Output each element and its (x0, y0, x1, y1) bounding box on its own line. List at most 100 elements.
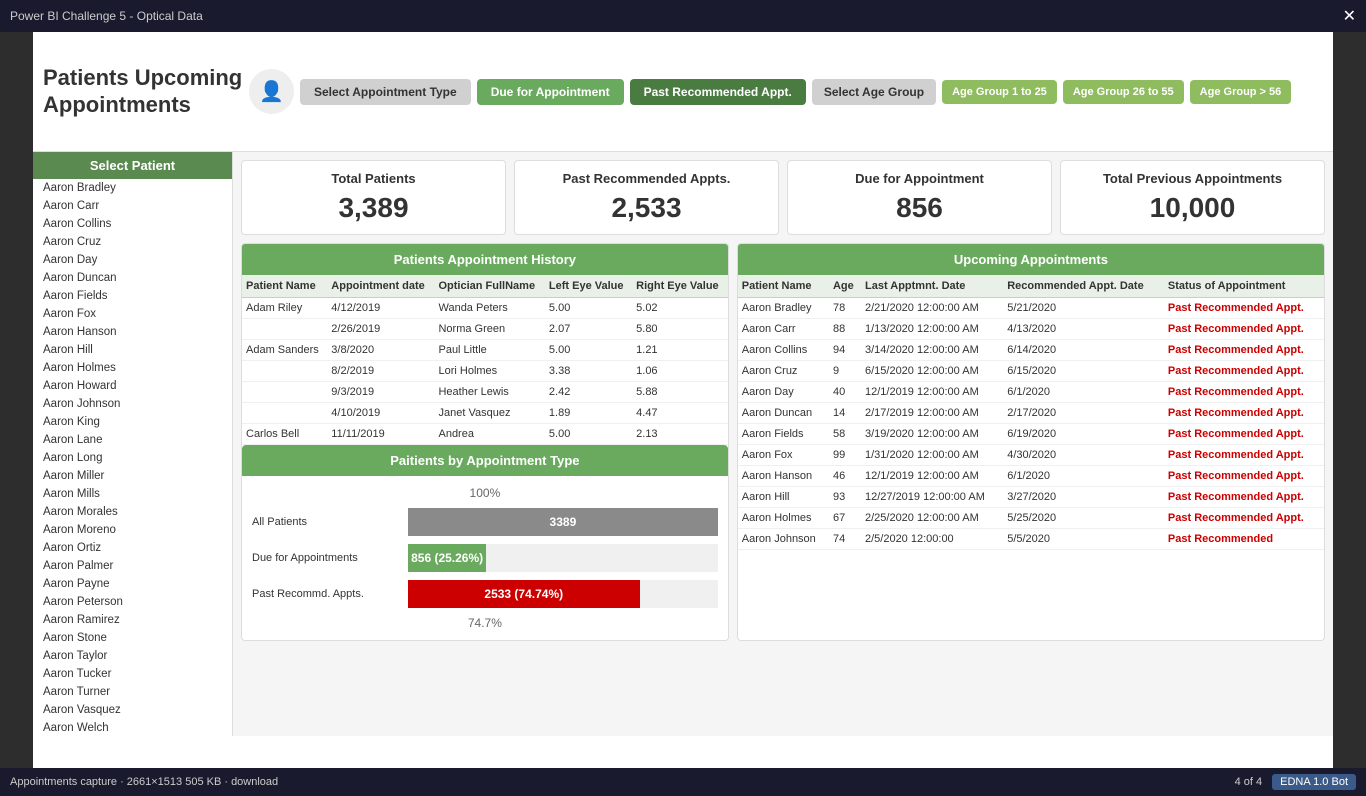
cell-ua-age: 74 (829, 529, 861, 550)
upcoming-appointments-card: Upcoming Appointments Patient Name Age L… (737, 243, 1325, 641)
cell-ua-name: Aaron Fox (738, 445, 829, 466)
cell-ua-recommended: 6/1/2020 (1003, 382, 1164, 403)
person-icon: 👤 (249, 69, 294, 114)
sidebar-item[interactable]: Aaron Duncan (33, 269, 232, 287)
table-row: Aaron Holmes 67 2/25/2020 12:00:00 AM 5/… (738, 508, 1324, 529)
cell-ua-status: Past Recommended Appt. (1164, 340, 1324, 361)
top-bar-title: Power BI Challenge 5 - Optical Data (10, 9, 203, 23)
close-button[interactable]: ✕ (1343, 6, 1356, 26)
appointment-history-title: Patients Appointment History (242, 244, 728, 275)
past-recommended-card: Past Recommended Appts. 2,533 (514, 160, 779, 235)
chart-bar-row: Due for Appointments 856 (25.26%) (252, 544, 718, 572)
age-group-26-55-button[interactable]: Age Group 26 to 55 (1063, 80, 1184, 104)
due-value: 856 (798, 192, 1041, 224)
appointment-history-table: Patient Name Appointment date Optician F… (242, 275, 728, 445)
sidebar-item[interactable]: Aaron Bradley (33, 179, 232, 197)
main-container: Patients Upcoming Appointments 👤 Select … (33, 32, 1333, 768)
sidebar-item[interactable]: Aaron Payne (33, 575, 232, 593)
sidebar-item[interactable]: Aaron Stone (33, 629, 232, 647)
table-row: Adam Sanders 3/8/2020 Paul Little 5.00 1… (242, 340, 728, 361)
cell-patient-name: Adam Riley (242, 298, 327, 319)
chart-card: Paitients by Appointment Type 100% All P… (242, 445, 728, 640)
cell-optician: Paul Little (434, 340, 544, 361)
cell-ua-last: 2/21/2020 12:00:00 AM (861, 298, 1003, 319)
header: Patients Upcoming Appointments 👤 Select … (33, 32, 1333, 152)
cell-ua-recommended: 5/25/2020 (1003, 508, 1164, 529)
sidebar-item[interactable]: Aaron Vasquez (33, 701, 232, 719)
sidebar-item[interactable]: Aaron Peterson (33, 593, 232, 611)
cell-ua-age: 78 (829, 298, 861, 319)
cell-ua-recommended: 6/15/2020 (1003, 361, 1164, 382)
cell-ua-last: 12/1/2019 12:00:00 AM (861, 466, 1003, 487)
sidebar-item[interactable]: Aaron Lane (33, 431, 232, 449)
cell-ua-status: Past Recommended Appt. (1164, 361, 1324, 382)
sidebar-item[interactable]: Aaron Day (33, 251, 232, 269)
due-for-appointment-button[interactable]: Due for Appointment (477, 79, 624, 105)
sidebar-item[interactable]: Aaron Fox (33, 305, 232, 323)
cell-optician: Lori Holmes (434, 361, 544, 382)
sidebar-item[interactable]: Aaron Moreno (33, 521, 232, 539)
cell-right-eye: 2.13 (632, 424, 728, 445)
sidebar-item[interactable]: Aaron Tucker (33, 665, 232, 683)
cell-appt-date: 4/10/2019 (327, 403, 434, 424)
cell-ua-status: Past Recommended Appt. (1164, 403, 1324, 424)
sidebar-item[interactable]: Aaron Turner (33, 683, 232, 701)
cell-ua-name: Aaron Hanson (738, 466, 829, 487)
sidebar-item[interactable]: Aaron Ortiz (33, 539, 232, 557)
sidebar-item[interactable]: Aaron King (33, 413, 232, 431)
chart-bar-container: 856 (25.26%) (408, 544, 718, 572)
chart-title: Paitients by Appointment Type (242, 445, 728, 476)
table-row: Aaron Carr 88 1/13/2020 12:00:00 AM 4/13… (738, 319, 1324, 340)
sidebar-item[interactable]: Aaron Ramirez (33, 611, 232, 629)
sidebar-item[interactable]: Aaron Howard (33, 377, 232, 395)
cell-appt-date: 3/8/2020 (327, 340, 434, 361)
sidebar-item[interactable]: Aaron Welch (33, 719, 232, 736)
total-prev-label: Total Previous Appointments (1071, 171, 1314, 186)
cell-optician: Norma Green (434, 319, 544, 340)
sidebar-item[interactable]: Aaron Cruz (33, 233, 232, 251)
footer-page-info: 4 of 4 (1235, 776, 1263, 788)
sidebar-item[interactable]: Aaron Hanson (33, 323, 232, 341)
past-recommended-label: Past Recommended Appts. (525, 171, 768, 186)
past-recommended-appt-button[interactable]: Past Recommended Appt. (630, 79, 806, 105)
sidebar-item[interactable]: Aaron Hill (33, 341, 232, 359)
select-age-group-button[interactable]: Select Age Group (812, 79, 936, 105)
cell-ua-status: Past Recommended Appt. (1164, 487, 1324, 508)
sidebar-item[interactable]: Aaron Palmer (33, 557, 232, 575)
cell-ua-recommended: 2/17/2020 (1003, 403, 1164, 424)
chart-body: 100% All Patients 3389 Due for Appointme… (242, 476, 728, 640)
table-row: Aaron Fields 58 3/19/2020 12:00:00 AM 6/… (738, 424, 1324, 445)
sidebar-item[interactable]: Aaron Holmes (33, 359, 232, 377)
sidebar-item[interactable]: Aaron Collins (33, 215, 232, 233)
sidebar-item[interactable]: Aaron Taylor (33, 647, 232, 665)
edna-badge: EDNA 1.0 Bot (1272, 774, 1356, 790)
sidebar-item[interactable]: Aaron Miller (33, 467, 232, 485)
cell-ua-name: Aaron Fields (738, 424, 829, 445)
chart-bar: 856 (25.26%) (408, 544, 486, 572)
cell-appt-date: 4/12/2019 (327, 298, 434, 319)
table-row: Aaron Duncan 14 2/17/2019 12:00:00 AM 2/… (738, 403, 1324, 424)
cell-right-eye: 1.21 (632, 340, 728, 361)
cell-left-eye: 3.38 (545, 361, 632, 382)
sidebar-item[interactable]: Aaron Carr (33, 197, 232, 215)
select-appointment-type-button[interactable]: Select Appointment Type (300, 79, 471, 105)
cell-optician: Wanda Peters (434, 298, 544, 319)
cell-left-eye: 5.00 (545, 340, 632, 361)
sidebar-item[interactable]: Aaron Johnson (33, 395, 232, 413)
sidebar-item[interactable]: Aaron Mills (33, 485, 232, 503)
sidebar-item[interactable]: Aaron Long (33, 449, 232, 467)
sidebar-item[interactable]: Aaron Fields (33, 287, 232, 305)
cell-ua-age: 67 (829, 508, 861, 529)
age-group-1-25-button[interactable]: Age Group 1 to 25 (942, 80, 1057, 104)
chart-bar-label: Due for Appointments (252, 552, 402, 564)
col-ua-recommended: Recommended Appt. Date (1003, 275, 1164, 298)
age-group-56-button[interactable]: Age Group > 56 (1190, 80, 1292, 104)
total-prev-card: Total Previous Appointments 10,000 (1060, 160, 1325, 235)
total-patients-card: Total Patients 3,389 (241, 160, 506, 235)
cell-ua-status: Past Recommended Appt. (1164, 466, 1324, 487)
cell-right-eye: 5.02 (632, 298, 728, 319)
cell-appt-date: 9/3/2019 (327, 382, 434, 403)
cell-ua-last: 3/19/2020 12:00:00 AM (861, 424, 1003, 445)
cell-ua-name: Aaron Johnson (738, 529, 829, 550)
sidebar-item[interactable]: Aaron Morales (33, 503, 232, 521)
